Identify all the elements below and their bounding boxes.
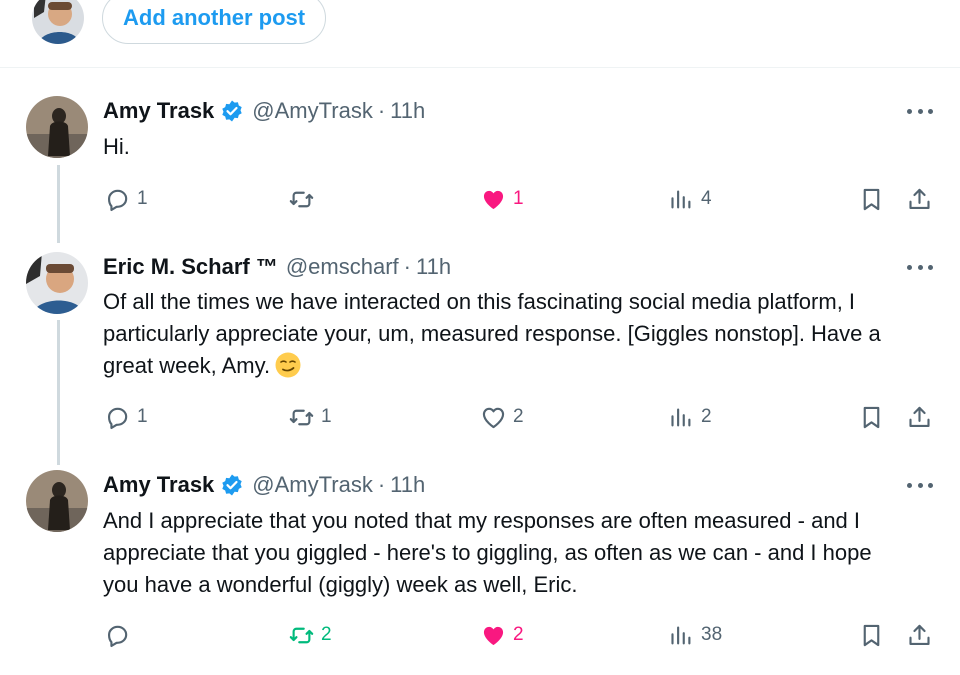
- smirking-face-emoji: [274, 351, 302, 379]
- more-icon[interactable]: [905, 255, 935, 279]
- bookmark-button[interactable]: [856, 620, 886, 650]
- post-header: Amy Trask @AmyTrask · 11h: [103, 470, 425, 500]
- author-name[interactable]: Eric M. Scharf ™: [103, 254, 278, 280]
- verified-badge-icon: [220, 99, 244, 123]
- reply-count: 1: [137, 188, 148, 209]
- author-name[interactable]: Amy Trask: [103, 472, 214, 498]
- repost-button[interactable]: 2: [288, 620, 332, 650]
- heart-icon: [483, 626, 504, 645]
- share-button[interactable]: [904, 402, 934, 432]
- separator-dot: ·: [377, 98, 386, 123]
- author-handle[interactable]: @emscharf: [286, 254, 399, 280]
- current-user-avatar[interactable]: [32, 0, 84, 44]
- repost-button[interactable]: [288, 184, 315, 214]
- reply-icon: [107, 625, 128, 647]
- like-button[interactable]: 1: [480, 184, 524, 214]
- author-handle[interactable]: @AmyTrask: [252, 98, 373, 124]
- share-button[interactable]: [904, 184, 934, 214]
- more-icon[interactable]: [905, 473, 935, 497]
- reply-icon: [107, 407, 128, 429]
- repost-icon: [289, 627, 314, 643]
- views-button[interactable]: 2: [668, 402, 712, 432]
- author-avatar[interactable]: [26, 96, 88, 158]
- views-button[interactable]: 4: [668, 184, 712, 214]
- share-icon: [908, 188, 930, 209]
- post-text: And I appreciate that you noted that my …: [103, 508, 872, 597]
- like-count: 2: [513, 624, 524, 645]
- views-button[interactable]: 38: [668, 620, 722, 650]
- repost-icon: [289, 409, 314, 425]
- thread-line: [57, 320, 60, 465]
- reply-count: 1: [137, 406, 148, 427]
- repost-icon: [289, 191, 314, 207]
- reply-button[interactable]: [104, 620, 131, 650]
- view-count: 38: [701, 624, 723, 645]
- views-icon: [671, 190, 691, 208]
- like-count: 2: [513, 406, 524, 427]
- post-timestamp[interactable]: 11h: [390, 472, 425, 498]
- bookmark-icon: [863, 188, 879, 210]
- heart-icon: [482, 407, 505, 428]
- separator-dot: ·: [403, 254, 411, 279]
- separator-dot: ·: [377, 472, 386, 497]
- views-icon: [671, 626, 691, 644]
- like-button[interactable]: 2: [480, 402, 524, 432]
- share-button[interactable]: [904, 620, 934, 650]
- bookmark-button[interactable]: [856, 184, 886, 214]
- repost-count: 2: [321, 624, 332, 645]
- add-another-post-button[interactable]: Add another post: [102, 0, 327, 44]
- post-text: Of all the times we have interacted on t…: [103, 286, 903, 382]
- author-avatar[interactable]: [26, 470, 88, 532]
- bookmark-button[interactable]: [856, 402, 886, 432]
- post-timestamp[interactable]: 11h: [416, 254, 451, 280]
- view-count: 4: [701, 188, 712, 209]
- post-text-body: Of all the times we have interacted on t…: [103, 289, 881, 378]
- like-button[interactable]: 2: [480, 620, 524, 650]
- post-header: Amy Trask @AmyTrask · 11h: [103, 96, 425, 126]
- post-header: Eric M. Scharf ™ @emscharf · 11h: [103, 252, 451, 282]
- reply-icon: [107, 189, 128, 211]
- reply-button[interactable]: 1: [104, 184, 148, 214]
- views-icon: [671, 408, 691, 426]
- share-icon: [908, 624, 930, 645]
- author-avatar[interactable]: [26, 252, 88, 314]
- heart-icon: [483, 190, 504, 209]
- post-timestamp[interactable]: 11h: [390, 98, 425, 124]
- view-count: 2: [701, 406, 712, 427]
- author-handle[interactable]: @AmyTrask: [252, 472, 373, 498]
- verified-badge-icon: [220, 473, 244, 497]
- like-count: 1: [513, 188, 524, 209]
- post-text: Hi.: [103, 134, 130, 159]
- bookmark-icon: [863, 406, 879, 428]
- thread-line: [57, 165, 60, 243]
- share-icon: [908, 406, 930, 427]
- repost-count: 1: [321, 406, 332, 427]
- more-icon[interactable]: [905, 99, 935, 123]
- bookmark-icon: [863, 624, 879, 646]
- reply-button[interactable]: 1: [104, 402, 148, 432]
- author-name[interactable]: Amy Trask: [103, 98, 214, 124]
- compose-bar: Add another post: [0, 0, 960, 68]
- repost-button[interactable]: 1: [288, 402, 332, 432]
